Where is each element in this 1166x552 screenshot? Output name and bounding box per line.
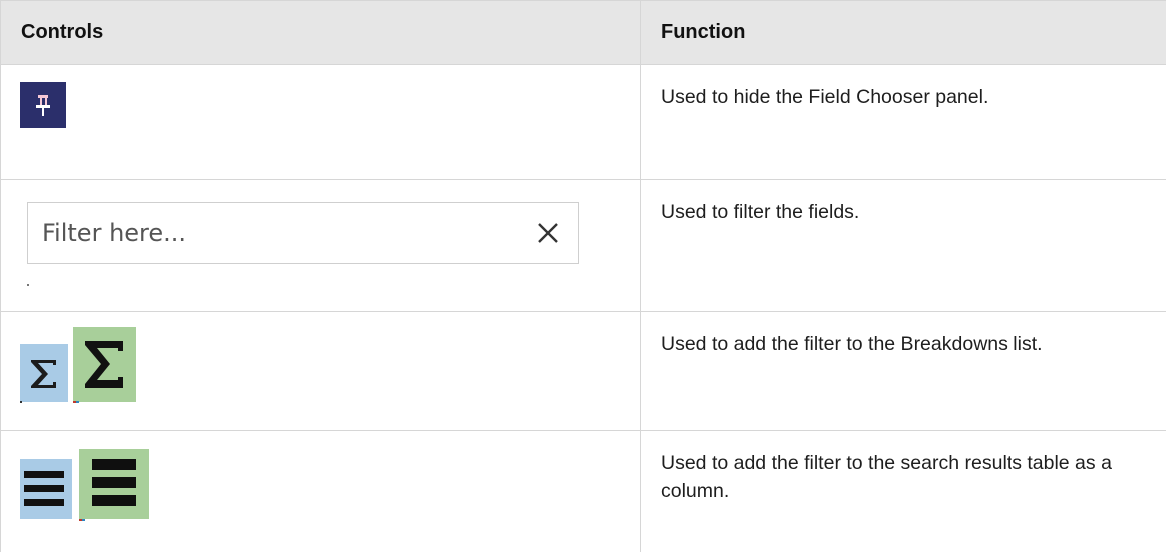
control-cell	[1, 431, 641, 552]
table-row: Filter here... Used to filter the fields…	[1, 180, 1166, 312]
marker-dot	[82, 519, 85, 521]
table-row: Used to add the filter to the search res…	[1, 431, 1166, 552]
table-header-row: Controls Function	[1, 1, 1166, 65]
control-cell	[1, 312, 641, 431]
sigma-icon[interactable]	[20, 344, 68, 402]
table-row: Used to add the filter to the Breakdowns…	[1, 312, 1166, 431]
close-icon[interactable]	[536, 221, 560, 245]
marker-dot	[20, 401, 22, 403]
marker-dot	[27, 284, 29, 286]
function-text: Used to add the filter to the Breakdowns…	[641, 312, 1166, 431]
column-list-icon[interactable]	[20, 459, 72, 519]
controls-table: Controls Function Used to hide the Field…	[0, 0, 1166, 552]
function-text: Used to hide the Field Chooser panel.	[641, 65, 1166, 180]
control-cell	[1, 65, 641, 180]
pin-icon[interactable]	[20, 82, 66, 128]
table-row: Used to hide the Field Chooser panel.	[1, 65, 1166, 180]
filter-input[interactable]: Filter here...	[27, 202, 579, 264]
header-function: Function	[641, 1, 1166, 65]
control-cell: Filter here...	[1, 180, 641, 312]
function-text: Used to add the filter to the search res…	[641, 431, 1166, 552]
sigma-icon-large[interactable]	[73, 327, 136, 402]
header-controls: Controls	[1, 1, 641, 65]
filter-placeholder: Filter here...	[42, 219, 186, 247]
column-list-icon-large[interactable]	[79, 449, 149, 519]
marker-dot	[76, 401, 79, 403]
function-text: Used to filter the fields.	[641, 180, 1166, 312]
